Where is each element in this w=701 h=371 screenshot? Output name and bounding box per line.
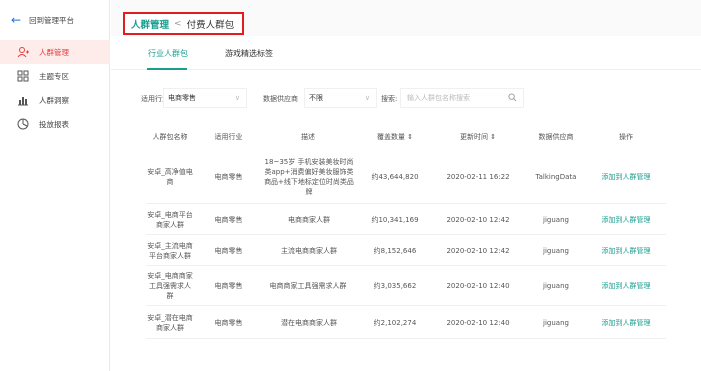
provider-filter-label: 数据供应商	[263, 95, 298, 103]
row-provider: jiguang	[543, 282, 569, 290]
provider-select-value: 不限	[309, 94, 323, 102]
row-name: 安卓_高净值电商	[147, 168, 193, 186]
col-updated-header[interactable]: 更新时间 ⇕	[434, 132, 522, 142]
arrow-left-icon: ←	[11, 13, 22, 27]
col-action-header: 操作	[619, 133, 633, 141]
row-coverage: 约2,102,274	[373, 318, 417, 327]
user-add-icon	[17, 46, 29, 58]
row-industry: 电商零售	[214, 246, 243, 255]
row-coverage: 约3,035,662	[373, 282, 417, 290]
sidebar-item-crowd-insight[interactable]: 人群洞察	[0, 88, 110, 112]
row-provider: jiguang	[543, 246, 569, 255]
table-row: 安卓_电商平台商家人群 电商零售 电商商家人群 约10,341,169 2020…	[146, 204, 666, 235]
grid-icon	[17, 70, 29, 82]
add-to-crowd-management-button[interactable]: 添加到人群管理	[592, 266, 660, 306]
row-industry: 电商零售	[214, 282, 243, 290]
row-updated: 2020-02-10 12:40	[446, 318, 510, 327]
row-description: 18~35岁 手机安装美妆时尚类app+消费偏好美妆服饰类商品+线下地标定位时尚…	[264, 158, 354, 196]
sidebar-item-crowd-management[interactable]: 人群管理	[0, 40, 110, 64]
tab-bar: 行业人群包 游戏精选标签	[111, 36, 701, 70]
row-provider: TalkingData	[535, 173, 577, 181]
industry-select-value: 电商零售	[168, 94, 196, 102]
bar-chart-icon	[17, 94, 29, 106]
col-description-header: 描述	[301, 133, 315, 141]
row-provider: jiguang	[543, 215, 569, 224]
add-to-crowd-management-button[interactable]: 添加到人群管理	[592, 204, 660, 235]
tab-industry-packages[interactable]: 行业人群包	[148, 48, 188, 59]
table-row: 安卓_潜在电商商家人群 电商零售 潜在电商商家人群 约2,102,274 202…	[146, 306, 666, 339]
tab-game-tags[interactable]: 游戏精选标签	[225, 48, 273, 59]
industry-select[interactable]: 电商零售 ∨	[163, 88, 247, 108]
chevron-down-icon: ∨	[364, 94, 370, 102]
row-industry: 电商零售	[214, 215, 243, 224]
col-coverage-header[interactable]: 覆盖数量 ⇕	[360, 132, 430, 142]
col-provider-header: 数据供应商	[538, 133, 574, 141]
row-coverage: 约43,644,820	[371, 173, 419, 181]
table-row: 安卓_高净值电商 电商零售 18~35岁 手机安装美妆时尚类app+消费偏好美妆…	[146, 150, 666, 204]
search-input[interactable]: 输入人群包名称搜索	[400, 88, 524, 108]
add-to-crowd-management-button[interactable]: 添加到人群管理	[592, 150, 660, 204]
chevron-down-icon: ∨	[234, 94, 240, 102]
add-to-crowd-management-button[interactable]: 添加到人群管理	[592, 306, 660, 339]
row-coverage: 约10,341,169	[371, 215, 419, 224]
row-name: 安卓_主流电商平台商家人群	[147, 241, 193, 260]
row-updated: 2020-02-10 12:42	[446, 215, 510, 224]
row-description: 主流电商商家人群	[281, 246, 337, 255]
filter-bar: 适用行业 电商零售 ∨ 数据供应商 不限 ∨ 搜索: 输入人群包名称搜索	[111, 88, 701, 110]
search-icon[interactable]	[508, 93, 517, 104]
breadcrumb-parent-link[interactable]: 人群管理	[131, 17, 169, 31]
row-coverage: 约8,152,646	[373, 246, 417, 255]
back-to-admin-label: 回到管理平台	[29, 15, 75, 25]
row-updated: 2020-02-11 16:22	[446, 173, 510, 181]
breadcrumb-current: 付费人群包	[186, 19, 235, 31]
report-icon	[17, 118, 29, 130]
sidebar: ← 回到管理平台 人群管理 主题专区 人群洞察 投放报表	[0, 0, 110, 371]
row-name: 安卓_电商平台商家人群	[147, 210, 193, 229]
table-row: 安卓_主流电商平台商家人群 电商零售 主流电商商家人群 约8,152,646 2…	[146, 235, 666, 266]
sidebar-item-label: 人群管理	[39, 47, 69, 57]
search-placeholder: 输入人群包名称搜索	[407, 94, 470, 102]
row-updated: 2020-02-10 12:42	[446, 246, 510, 255]
sidebar-item-label: 主题专区	[39, 71, 69, 81]
back-to-admin-link[interactable]: ← 回到管理平台	[11, 14, 74, 26]
breadcrumb-separator: <	[174, 18, 182, 29]
row-description: 电商商家人群	[288, 215, 330, 224]
table-header: 人群包名称 适用行业 描述 覆盖数量 ⇕ 更新时间 ⇕ 数据供应商 操作	[146, 126, 666, 148]
row-industry: 电商零售	[214, 318, 243, 327]
active-tab-indicator	[147, 68, 187, 70]
row-updated: 2020-02-10 12:40	[446, 282, 510, 290]
add-to-crowd-management-button[interactable]: 添加到人群管理	[592, 235, 660, 266]
sidebar-item-label: 人群洞察	[39, 95, 69, 105]
sidebar-item-topic-zone[interactable]: 主题专区	[0, 64, 110, 88]
row-industry: 电商零售	[214, 173, 243, 181]
table-row: 安卓_电商商家工具强需求人群 电商零售 电商商家工具强需求人群 约3,035,6…	[146, 266, 666, 306]
row-name: 安卓_电商商家工具强需求人群	[147, 272, 193, 300]
row-description: 潜在电商商家人群	[281, 318, 337, 327]
row-name: 安卓_潜在电商商家人群	[147, 313, 193, 332]
sidebar-item-label: 投放报表	[39, 119, 69, 129]
col-industry-header: 适用行业	[214, 133, 243, 141]
sidebar-item-delivery-report[interactable]: 投放报表	[0, 112, 110, 136]
row-description: 电商商家工具强需求人群	[269, 282, 347, 290]
sidebar-nav: 人群管理 主题专区 人群洞察 投放报表	[0, 40, 110, 136]
breadcrumb: 人群管理 < 付费人群包	[123, 12, 244, 35]
col-name-header: 人群包名称	[152, 133, 188, 141]
provider-select[interactable]: 不限 ∨	[304, 88, 377, 108]
row-provider: jiguang	[543, 318, 569, 327]
search-label: 搜索:	[381, 95, 398, 103]
header-bar: 人群管理 < 付费人群包	[111, 0, 701, 36]
